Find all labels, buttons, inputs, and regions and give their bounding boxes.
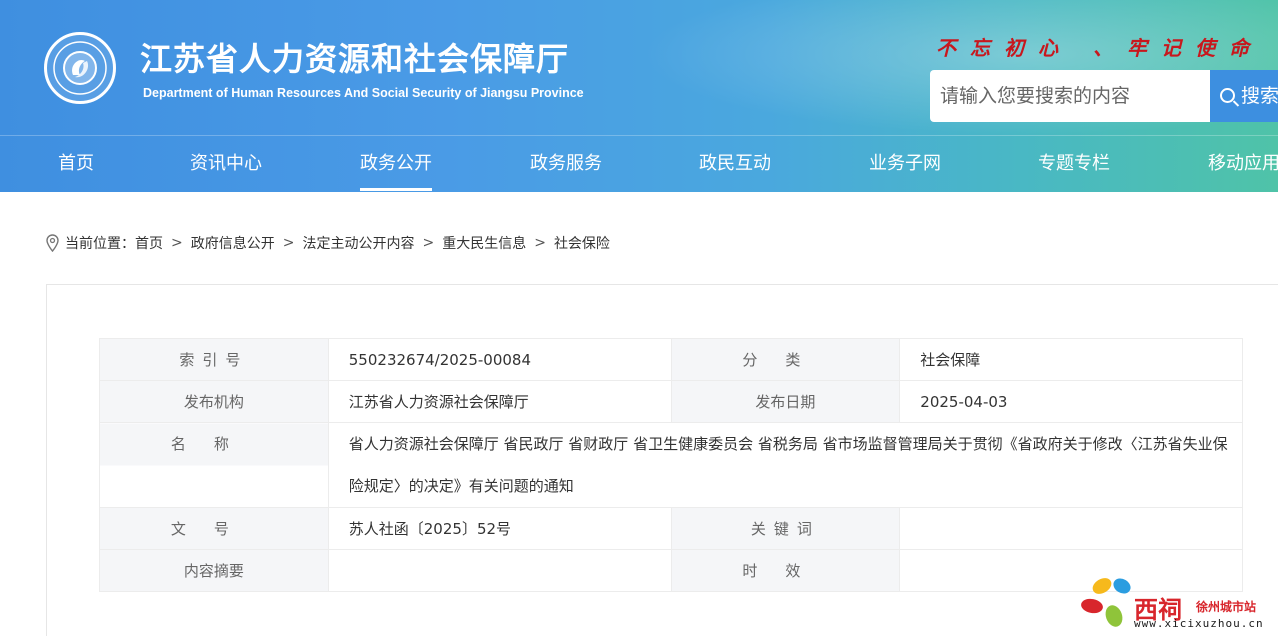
table-row: 文号 苏人社函〔2025〕52号 关键词 [99,507,1243,550]
index-value: 550232674/2025-00084 [327,338,672,381]
breadcrumb-separator: > [171,235,183,251]
table-row: 索引号 550232674/2025-00084 分类 社会保障 [99,338,1243,381]
breadcrumb: 当前位置： 首页 > 政府信息公开 > 法定主动公开内容 > 重大民生信息 > … [46,232,610,254]
document-title-value: 省人力资源社会保障厅 省民政厅 省财政厅 省卫生健康委员会 省税务局 省市场监督… [327,422,1244,508]
document-number-label: 文号 [99,507,329,550]
location-pin-icon [46,234,59,252]
date-label: 发布日期 [670,380,901,423]
watermark-tagline: 徐州城市站 [1196,600,1257,614]
nav-item-interaction[interactable]: 政民互动 [699,136,771,192]
summary-label: 内容摘要 [99,549,329,592]
index-label: 索引号 [99,338,329,381]
category-label: 分类 [670,338,901,381]
site-subtitle: Department of Human Resources And Social… [143,86,584,100]
keywords-label: 关键词 [670,507,901,550]
site-title: 江苏省人力资源和社会保障厅 [140,40,570,78]
watermark-url: www.xicixuzhou.cn [1134,617,1264,630]
main-nav: 首页 资讯中心 政务公开 政务服务 政民互动 业务子网 专题专栏 移动应用 [0,136,1278,192]
nav-item-mobile-apps[interactable]: 移动应用 [1208,136,1278,192]
search-button-label: 搜索 [1241,85,1278,107]
nav-item-home[interactable]: 首页 [58,136,94,192]
search-input[interactable] [930,70,1210,122]
name-label: 名称 [99,422,329,508]
nav-item-gov-info[interactable]: 政务公开 [360,136,432,192]
search-icon [1220,88,1235,103]
document-metadata-table: 索引号 550232674/2025-00084 分类 社会保障 发布机构 江苏… [99,338,1244,592]
site-header: 江苏省人力资源和社会保障厅 Department of Human Resour… [0,0,1278,192]
document-number-value: 苏人社函〔2025〕52号 [327,507,672,550]
keywords-value [899,507,1243,550]
search-button[interactable]: 搜索 [1210,70,1278,122]
date-value: 2025-04-03 [899,380,1243,423]
nav-item-news[interactable]: 资讯中心 [190,136,262,192]
nav-item-special-topics[interactable]: 专题专栏 [1038,136,1110,192]
nav-item-gov-services[interactable]: 政务服务 [530,136,602,192]
breadcrumb-gov-info-public[interactable]: 政府信息公开 [191,233,275,253]
category-value: 社会保障 [899,338,1243,381]
publisher-value: 江苏省人力资源社会保障厅 [327,380,672,423]
table-row: 发布机构 江苏省人力资源社会保障厅 发布日期 2025-04-03 [99,380,1243,423]
table-row: 名称 省人力资源社会保障厅 省民政厅 省财政厅 省卫生健康委员会 省税务局 省市… [99,422,1244,508]
breadcrumb-social-insurance[interactable]: 社会保险 [554,233,610,253]
validity-label: 时效 [670,549,901,592]
breadcrumb-home[interactable]: 首页 [135,233,163,253]
breadcrumb-separator: > [282,235,295,251]
slogan: 不忘初心 、牢记使命 [936,36,1263,60]
table-row: 内容摘要 时效 [99,549,1243,592]
nav-item-sub-sites[interactable]: 业务子网 [869,136,941,192]
breadcrumb-livelihood-info[interactable]: 重大民生信息 [442,233,526,253]
publisher-label: 发布机构 [99,380,329,423]
summary-value [327,549,672,592]
breadcrumb-separator: > [422,235,435,251]
breadcrumb-prefix: 当前位置： [65,236,135,252]
department-emblem-icon[interactable] [44,32,116,104]
breadcrumb-statutory-content[interactable]: 法定主动公开内容 [302,233,414,253]
breadcrumb-separator: > [534,235,546,251]
